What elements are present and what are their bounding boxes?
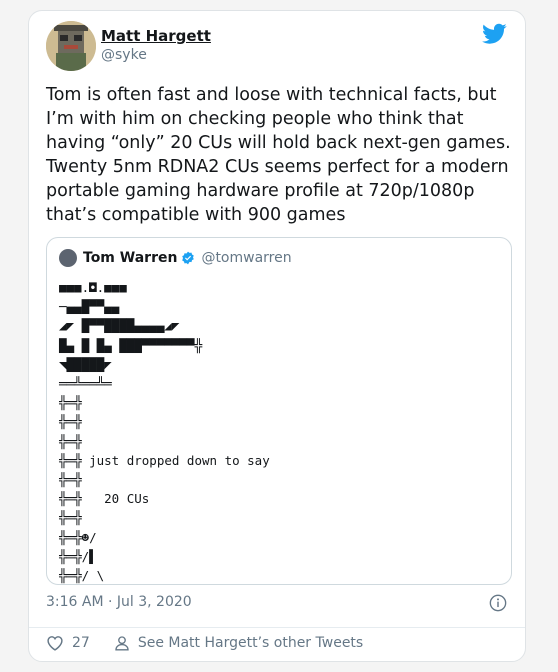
- verified-badge-icon: [182, 251, 195, 265]
- ascii-art-line: ◢◤ █▀▀████▄▄▄▄◢◤: [59, 318, 180, 334]
- tweet-text: Tom is often fast and loose with technic…: [46, 85, 511, 225]
- ascii-art-line: ─▄▄█▀▀▄▄: [59, 299, 120, 315]
- ascii-art-line: ╬═╬/ \: [59, 568, 105, 584]
- ascii-art-line: ■■■.◘.■■■: [59, 280, 127, 295]
- author-avatar[interactable]: [46, 21, 96, 71]
- author-handle[interactable]: @syke: [101, 46, 211, 64]
- quoted-tweet-header: Tom Warren @tomwarren: [59, 248, 292, 268]
- see-other-tweets-link[interactable]: See Matt Hargett’s other Tweets: [138, 635, 363, 651]
- ascii-art-line: ╬═╬ just dropped down to say: [59, 452, 270, 468]
- ascii-art-line: ◥█████◤: [59, 356, 112, 372]
- ascii-art-line: ╬═╬: [59, 395, 82, 411]
- ascii-art-line: ╬═╬: [59, 472, 82, 488]
- quoted-tweet[interactable]: Tom Warren @tomwarren ■■■.◘.■■■ ─▄▄█▀▀▄▄ ◢…: [46, 237, 512, 585]
- ascii-art-line: ══╩══╩═: [59, 376, 112, 392]
- ascii-art-line: ╬═╬/▌: [59, 548, 97, 564]
- info-icon[interactable]: [489, 594, 507, 612]
- like-count: 27: [72, 635, 90, 651]
- tweet-timestamp[interactable]: 3:16 AM · Jul 3, 2020: [46, 594, 192, 610]
- ascii-art-line: ╬═╬: [59, 433, 82, 449]
- quoted-author-handle[interactable]: @tomwarren: [201, 250, 291, 266]
- twitter-bird-icon[interactable]: [482, 23, 507, 45]
- ascii-art-line: ╬═╬: [59, 414, 82, 430]
- ascii-art-line: ╬═╬: [59, 510, 82, 526]
- tweet-card: Matt Hargett @syke Tom is often fast and…: [28, 10, 526, 662]
- ascii-art-line: ╬═╬ 20 CUs: [59, 491, 150, 507]
- tweet-actions: 27 See Matt Hargett’s other Tweets: [46, 635, 363, 651]
- ascii-art-line: ╬═╬☻/: [59, 529, 97, 545]
- person-icon: [115, 636, 129, 651]
- quoted-tweet-ascii-art: ■■■.◘.■■■ ─▄▄█▀▀▄▄ ◢◤ █▀▀████▄▄▄▄◢◤ █▄ █ █▄…: [59, 278, 270, 584]
- author-name[interactable]: Matt Hargett: [101, 27, 211, 45]
- ascii-art-line: █▄ █ █▄ ███▀▀▀▀▀▀▀╬: [59, 337, 202, 353]
- quoted-author-name[interactable]: Tom Warren: [83, 250, 177, 266]
- divider: [29, 627, 525, 628]
- quoted-author-avatar[interactable]: [59, 249, 77, 267]
- heart-icon[interactable]: [46, 635, 64, 651]
- author-block: Matt Hargett @syke: [101, 27, 211, 64]
